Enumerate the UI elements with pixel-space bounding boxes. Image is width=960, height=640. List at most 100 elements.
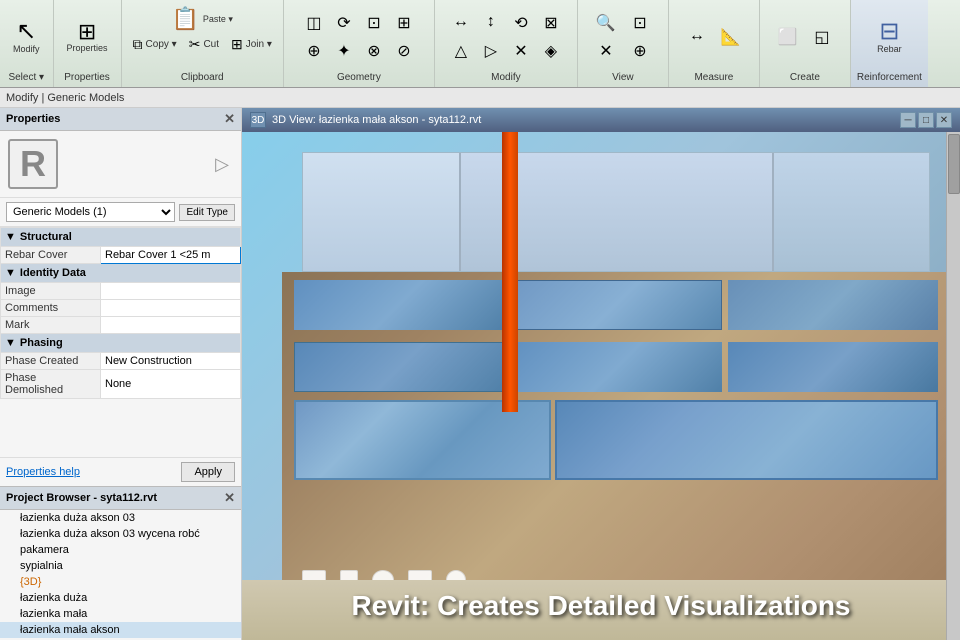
panel-expand-icon[interactable]: ▷ [58,154,229,175]
ribbon-section-modify: ↔ ↕ ⟲ ⊠ △ ▷ ✕ ◈ Modify [435,0,578,87]
browser-item-3d[interactable]: {3D} [0,574,241,590]
rebar-button[interactable]: ⊟ Rebar [870,16,909,58]
ribbon-section-geometry: ◫ ⟳ ⊡ ⊞ ⊕ ✦ ⊗ ⊘ Geometry [284,0,435,87]
modify-tool-2[interactable]: ↕ [477,10,505,36]
geometry-btn-8[interactable]: ⊘ [390,38,418,64]
copy-icon: ⧉ [133,37,143,51]
ribbon-section-reinforcement: ⊟ Rebar Reinforcement [851,0,928,87]
geometry-btn-4[interactable]: ⊞ [390,10,418,36]
prop-label-phase-demolished: Phase Demolished [1,370,101,399]
properties-ribbon-button[interactable]: ⊞ Properties [60,17,115,57]
breadcrumb: Modify | Generic Models [0,88,960,108]
prop-comments: Comments [1,300,241,317]
measure-tool-1[interactable]: ↔ [681,24,713,50]
apply-button[interactable]: Apply [181,462,235,482]
browser-item-2[interactable]: pakamera [0,542,241,558]
scrollbar-thumb[interactable] [948,134,960,194]
browser-item-6[interactable]: łazienka mała [0,606,241,622]
view-viewport[interactable]: Revit: Creates Detailed Visualizations [242,132,960,640]
paste-button[interactable]: 📋 Paste ▾ [164,4,239,34]
prop-value-rebar-cover[interactable]: Rebar Cover 1 <25 m [101,247,241,264]
overlay-text: Revit: Creates Detailed Visualizations [242,582,960,630]
view-label: View [612,70,634,83]
join-button[interactable]: ⊞ Join ▾ [226,35,277,53]
cut-button[interactable]: ✂ Cut [184,35,224,53]
project-browser-header: Project Browser - syta112.rvt ✕ [0,487,241,510]
modify-tool-5[interactable]: △ [447,38,475,64]
modify-tool-8[interactable]: ◈ [537,38,565,64]
create-tool-1[interactable]: ⬜ [772,24,804,50]
properties-panel-header: Properties ✕ [0,108,241,131]
prop-image: Image [1,283,241,300]
properties-section-label: Properties [64,70,110,83]
modify-tools-label: Modify [491,70,520,83]
view-tool-4[interactable]: ⊕ [624,38,656,64]
geometry-btn-2[interactable]: ⟳ [330,10,358,36]
modify-tool-7[interactable]: ✕ [507,38,535,64]
prop-value-comments[interactable] [101,300,241,317]
browser-item-3[interactable]: sypialnia [0,558,241,574]
properties-close-button[interactable]: ✕ [224,111,235,127]
project-browser-title: Project Browser - syta112.rvt [6,492,157,504]
view-minimize-button[interactable]: ─ [900,112,916,128]
browser-item-5[interactable]: łazienka duża [0,590,241,606]
prop-label-comments: Comments [1,300,101,317]
revit-r-icon: R [8,139,58,189]
view-scrollbar-vertical[interactable] [946,132,960,640]
browser-item-1[interactable]: łazienka duża akson 03 wycena robć [0,526,230,542]
properties-help-link[interactable]: Properties help [6,466,80,478]
prop-label-phase-created: Phase Created [1,353,101,370]
view-maximize-button[interactable]: □ [918,112,934,128]
modify-tool-4[interactable]: ⊠ [537,10,565,36]
view-tool-2[interactable]: ⊡ [624,10,656,36]
view-tool-3[interactable]: ✕ [590,38,622,64]
prop-value-image[interactable] [101,283,241,300]
prop-label-mark: Mark [1,317,101,334]
prop-value-phase-demolished[interactable]: None [101,370,241,399]
view-title: 3D View: łazienka mała akson - syta112.r… [272,114,894,126]
properties-panel: Properties ✕ R ▷ Generic Models (1) Edit… [0,108,242,640]
browser-list[interactable]: łazienka duża akson 03 łazienka duża aks… [0,510,241,640]
prop-phase-demolished: Phase Demolished None [1,370,241,399]
paste-icon: 📋 [171,8,198,30]
create-label: Create [790,70,820,83]
browser-item-7[interactable]: łazienka mała akson [0,622,241,638]
geometry-label: Geometry [337,70,381,83]
modify-tool-1[interactable]: ↔ [447,10,475,36]
edit-type-button[interactable]: Edit Type [179,204,235,221]
geometry-btn-3[interactable]: ⊡ [360,10,388,36]
project-browser-close-button[interactable]: ✕ [224,490,235,506]
type-selector-row: Generic Models (1) Edit Type [0,198,241,227]
ribbon-section-clipboard: 📋 Paste ▾ ⧉ Copy ▾ ✂ Cut ⊞ Join ▾ Clipbo… [122,0,284,87]
create-tool-2[interactable]: ◱ [806,24,838,50]
modify-tool-3[interactable]: ⟲ [507,10,535,36]
view-tool-1[interactable]: 🔍 [590,10,622,36]
view-window-controls: ─ □ ✕ [900,112,952,128]
section-phasing[interactable]: ▼ Phasing [1,334,241,353]
modify-tool-6[interactable]: ▷ [477,38,505,64]
main-area: Properties ✕ R ▷ Generic Models (1) Edit… [0,108,960,640]
copy-button[interactable]: ⧉ Copy ▾ [128,35,182,53]
prop-phase-created: Phase Created New Construction [1,353,241,370]
section-structural[interactable]: ▼ Structural [1,228,241,247]
cut-icon: ✂ [189,37,201,51]
browser-item-0[interactable]: łazienka duża akson 03 [0,510,241,526]
properties-scroll-area[interactable]: R ▷ Generic Models (1) Edit Type ▼ Struc… [0,131,241,457]
prop-value-phase-created[interactable]: New Construction [101,353,241,370]
ribbon-section-properties: ⊞ Properties Properties [54,0,122,87]
section-identity-data[interactable]: ▼ Identity Data [1,264,241,283]
prop-mark: Mark [1,317,241,334]
view-close-button[interactable]: ✕ [936,112,952,128]
geometry-btn-7[interactable]: ⊗ [360,38,388,64]
prop-rebar-cover: Rebar Cover Rebar Cover 1 <25 m [1,247,241,264]
geometry-btn-5[interactable]: ⊕ [300,38,328,64]
project-browser: Project Browser - syta112.rvt ✕ łazienka… [0,486,241,640]
ribbon: ↖ Modify Select ▾ ⊞ Properties Propertie… [0,0,960,88]
geometry-btn-6[interactable]: ✦ [330,38,358,64]
geometry-btn-1[interactable]: ◫ [300,10,328,36]
type-select-dropdown[interactable]: Generic Models (1) [6,202,175,222]
prop-value-mark[interactable] [101,317,241,334]
ribbon-section-measure: ↔ 📐 Measure [669,0,760,87]
modify-button[interactable]: ↖ Modify [6,16,47,58]
measure-tool-2[interactable]: 📐 [715,24,747,50]
